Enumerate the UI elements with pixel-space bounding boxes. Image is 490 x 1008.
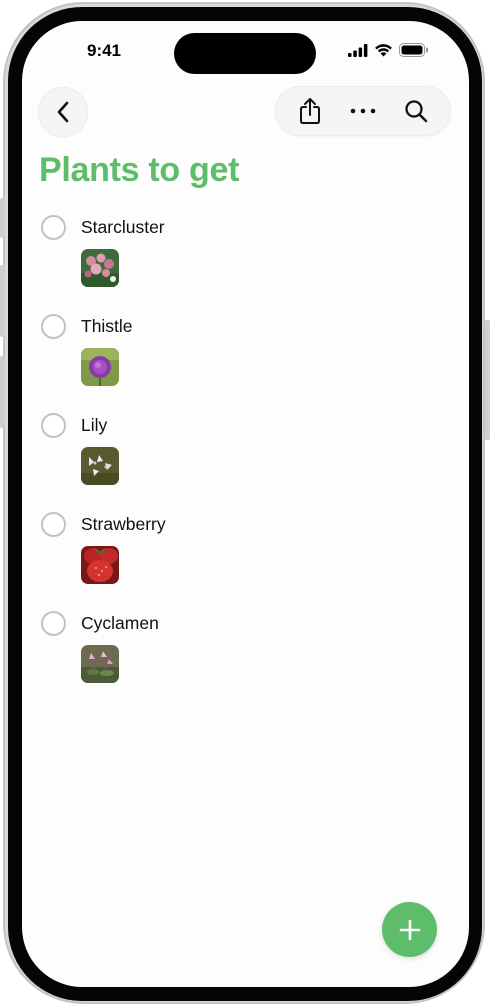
plant-list: Starcluster Thistle Lily Strawberry Cycl… <box>39 211 449 706</box>
item-checkbox[interactable] <box>41 314 66 339</box>
side-button <box>485 320 490 440</box>
starcluster-thumbnail[interactable] <box>81 249 119 287</box>
item-checkbox[interactable] <box>41 512 66 537</box>
item-label: Thistle <box>81 316 133 336</box>
wifi-icon <box>375 44 392 57</box>
list-item: Strawberry <box>39 508 449 607</box>
action-button <box>0 198 5 238</box>
plus-icon <box>399 919 420 940</box>
item-checkbox[interactable] <box>41 611 66 636</box>
cellular-signal-icon <box>348 43 368 57</box>
volume-up-button <box>0 265 5 337</box>
add-item-button[interactable] <box>382 902 437 957</box>
cyclamen-thumbnail[interactable] <box>81 645 119 683</box>
toolbar <box>275 86 451 136</box>
volume-down-button <box>0 356 5 428</box>
list-item: Cyclamen <box>39 607 449 706</box>
item-checkbox[interactable] <box>41 215 66 240</box>
screen: 9:41 Plants to get Starcluster Thistle L… <box>22 21 469 987</box>
back-button[interactable] <box>38 87 88 137</box>
chevron-left-icon <box>57 101 69 123</box>
status-icons <box>348 43 429 57</box>
more-icon <box>350 108 376 114</box>
item-label: Strawberry <box>81 514 166 534</box>
item-checkbox[interactable] <box>41 413 66 438</box>
list-item: Lily <box>39 409 449 508</box>
item-label: Cyclamen <box>81 613 159 633</box>
more-button[interactable] <box>343 91 383 131</box>
list-item: Starcluster <box>39 211 449 310</box>
status-time: 9:41 <box>86 41 122 60</box>
lily-thumbnail[interactable] <box>81 447 119 485</box>
thistle-thumbnail[interactable] <box>81 348 119 386</box>
share-button[interactable] <box>290 91 330 131</box>
battery-icon <box>399 43 428 57</box>
strawberry-thumbnail[interactable] <box>81 546 119 584</box>
item-label: Lily <box>81 415 108 435</box>
item-label: Starcluster <box>81 217 165 237</box>
list-item: Thistle <box>39 310 449 409</box>
search-icon <box>404 100 427 123</box>
page-title: Plants to get <box>39 151 240 189</box>
search-button[interactable] <box>396 91 436 131</box>
dynamic-island <box>174 33 316 74</box>
share-icon <box>300 98 321 124</box>
